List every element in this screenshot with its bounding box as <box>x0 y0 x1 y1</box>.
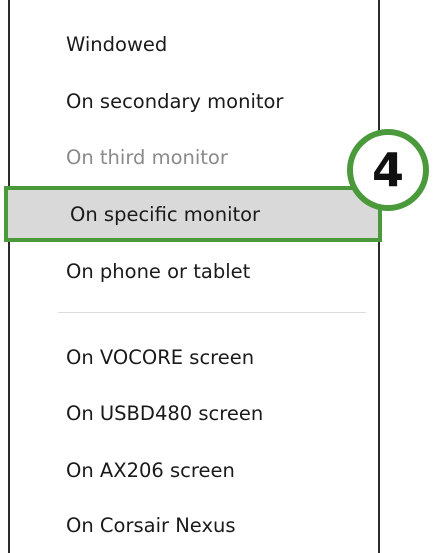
menu-item-label: Windowed <box>66 32 168 56</box>
menu-item-label: On VOCORE screen <box>66 345 255 369</box>
menu-item-specific-monitor[interactable]: On specific monitor <box>4 186 382 242</box>
menu-item-label: On specific monitor <box>70 202 261 226</box>
menu-item-ax206-screen[interactable]: On AX206 screen <box>10 442 378 498</box>
menu-item-windowed[interactable]: Windowed <box>10 16 378 72</box>
menu-item-usbd480-screen[interactable]: On USBD480 screen <box>10 385 378 441</box>
menu-item-label: On third monitor <box>66 145 228 169</box>
menu-item-label: On secondary monitor <box>66 89 284 113</box>
menu-item-label: On AX206 screen <box>66 458 235 482</box>
menu-item-label: On USBD480 screen <box>66 401 264 425</box>
menu-item-label: On Corsair Nexus <box>66 513 236 537</box>
menu-item-vocore-screen[interactable]: On VOCORE screen <box>10 329 378 385</box>
step-number-badge: 4 <box>347 129 429 211</box>
step-number: 4 <box>371 143 404 197</box>
screenshot-stage: Windowed On secondary monitor On third m… <box>0 0 434 553</box>
menu-item-secondary-monitor[interactable]: On secondary monitor <box>10 73 378 129</box>
menu-item-label: On phone or tablet <box>66 259 251 283</box>
menu-item-corsair-nexus[interactable]: On Corsair Nexus <box>10 497 378 553</box>
display-mode-menu: Windowed On secondary monitor On third m… <box>4 0 382 553</box>
menu-item-third-monitor: On third monitor <box>10 129 378 185</box>
menu-item-phone-or-tablet[interactable]: On phone or tablet <box>10 243 378 299</box>
menu-separator <box>58 312 366 313</box>
